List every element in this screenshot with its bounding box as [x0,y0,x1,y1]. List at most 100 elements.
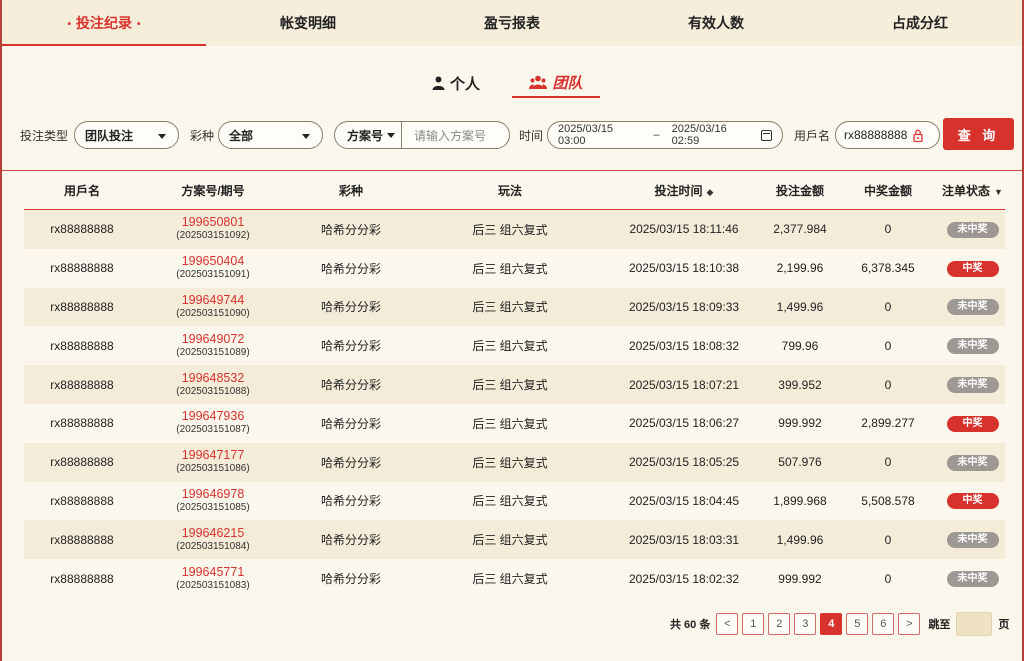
status-badge: 未中奖 [946,571,999,588]
dot-icon: • [137,19,141,30]
cell-play: 后三 组六复式 [472,533,548,548]
col-bet-time[interactable]: 投注时间 ◆ [604,182,764,199]
date-range-picker[interactable]: 2025/03/15 03:00 – 2025/03/16 02:59 [547,121,783,149]
tab-team[interactable]: 团队 [512,68,600,98]
issue-number: (202503151090) [176,307,250,319]
cell-bet-amount: 1,499.96 [776,532,824,547]
plan-number-link[interactable]: 199649072 [140,332,286,346]
cell-bet-amount: 999.992 [778,416,822,431]
plan-number-link[interactable]: 199648532 [140,371,286,385]
col-lottery: 彩种 [338,184,363,198]
plan-type-select[interactable]: 方案号 [335,122,403,148]
cell-bet-time: 2025/03/15 18:08:32 [628,338,740,353]
table-row[interactable]: rx88888888 199647177 (202503151086) 哈希分分彩 后三… [24,442,1005,482]
table-row[interactable]: rx88888888 199646215 (202503151084) 哈希分分彩 后三… [24,520,1005,560]
top-tab-3[interactable]: 有效人数 [614,0,818,46]
plan-number-link[interactable]: 199647936 [140,410,286,423]
page-button-2[interactable]: 2 [768,613,791,635]
page-button-5[interactable]: 5 [846,613,869,635]
top-tab-label: 帐变明细 [280,15,336,31]
plan-number-link[interactable]: 199650801 [140,216,286,229]
cell-lottery: 哈希分分彩 [320,300,381,315]
table-row[interactable]: rx88888888 199646978 (202503151085) 哈希分分彩 后三… [24,481,1005,521]
lottery-value: 全部 [229,128,254,143]
username-input[interactable]: rx88888888 [835,121,940,149]
cell-play: 后三 组六复式 [472,378,548,393]
filter-icon[interactable]: ▼ [994,187,1003,197]
cell-lottery: 哈希分分彩 [320,533,381,548]
cell-bet-time: 2025/03/15 18:07:21 [628,377,740,392]
cell-win-amount: 0 [884,338,892,353]
bet-type-select[interactable]: 团队投注 [74,121,179,149]
cell-win-amount: 0 [884,377,892,392]
table-row[interactable]: rx88888888 199648532 (202503151088) 哈希分分彩 后三… [24,365,1005,404]
col-status[interactable]: 注单状态 ▼ [940,182,1005,199]
cell-win-amount: 0 [884,222,892,237]
cell-play: 后三 组六复式 [472,494,548,509]
cell-bet-amount: 1,499.96 [776,299,824,314]
range-separator: – [653,129,660,141]
cell-bet-amount: 799.96 [781,338,819,353]
username-value: rx88888888 [844,128,908,142]
top-tab-1[interactable]: 帐变明细 [206,0,410,46]
cell-username: rx88888888 [50,416,114,431]
table-row[interactable]: rx88888888 199650801 (202503151092) 哈希分分彩 后三… [24,210,1005,249]
table-row[interactable]: rx88888888 199647936 (202503151087) 哈希分分彩 后三… [24,403,1005,443]
jump-page-input[interactable] [956,612,993,636]
next-page-button[interactable]: > [898,613,921,635]
top-tab-0[interactable]: • 投注纪录 • [2,0,206,46]
query-button[interactable]: 查 询 [943,118,1014,150]
page-button-4[interactable]: 4 [820,613,843,635]
top-tab-4[interactable]: 占成分红 [818,0,1022,46]
issue-number: (202503151091) [176,269,250,281]
cell-plan: 199649744 (202503151090) [140,293,286,320]
table-row[interactable]: rx88888888 199649072 (202503151089) 哈希分分彩 后三… [24,326,1005,366]
page-button-1[interactable]: 1 [742,613,765,635]
cell-lottery: 哈希分分彩 [320,455,381,470]
cell-bet-time: 2025/03/15 18:05:25 [628,455,740,470]
cell-username: rx88888888 [50,261,114,276]
cell-play: 后三 组六复式 [472,222,548,237]
lottery-select[interactable]: 全部 [218,121,323,149]
bet-records-table: 用戶名 方案号/期号 彩种 玩法 投注时间 ◆ 投注金额 中奖金额 注单状态 ▼ r… [24,172,1005,598]
table-row[interactable]: rx88888888 199645771 (202503151083) 哈希分分彩 后三… [24,559,1005,598]
sort-icon[interactable]: ◆ [707,187,714,197]
issue-number: (202503151086) [176,463,250,475]
cell-username: rx88888888 [50,493,114,508]
plan-number-link[interactable]: 199650404 [140,255,286,268]
cell-plan: 199649072 (202503151089) [140,332,286,359]
top-tab-2[interactable]: 盈亏报表 [410,0,614,46]
status-badge: 未中奖 [946,221,999,238]
status-badge: 未中奖 [946,377,999,394]
prev-page-button[interactable]: < [716,613,739,635]
end-time: 2025/03/16 02:59 [671,123,727,147]
page-list: 123456 [738,613,895,635]
cell-lottery: 哈希分分彩 [320,339,381,354]
cell-status: 未中奖 [940,221,1005,238]
cell-bet-time: 2025/03/15 18:10:38 [628,261,740,276]
table-row[interactable]: rx88888888 199649744 (202503151090) 哈希分分彩 后三… [24,287,1005,327]
plan-number-link[interactable]: 199647177 [140,449,286,462]
plan-number-input[interactable]: 请输入方案号 [402,127,498,144]
plan-number-link[interactable]: 199646215 [140,526,286,540]
page-button-6[interactable]: 6 [872,613,895,635]
page-button-3[interactable]: 3 [794,613,817,635]
pagination: 共 60 条 < 123456 > 跳至 页 [670,612,1009,636]
col-bet-time-label: 投注时间 [654,184,703,198]
cell-status: 未中奖 [940,376,1005,394]
cell-play: 后三 组六复式 [472,455,548,470]
cell-win-amount: 0 [884,299,892,314]
table-row[interactable]: rx88888888 199650404 (202503151091) 哈希分分彩 后三… [24,248,1005,288]
table-header: 用戶名 方案号/期号 彩种 玩法 投注时间 ◆ 投注金额 中奖金额 注单状态 ▼ [24,172,1005,210]
start-time: 2025/03/15 03:00 [558,123,614,147]
status-badge: 中奖 [946,260,999,277]
issue-number: (202503151092) [176,230,250,242]
person-icon [432,76,445,90]
plan-number-link[interactable]: 199646978 [140,487,286,501]
cell-bet-amount: 2,199.96 [776,261,824,276]
tab-personal[interactable]: 个人 [424,68,488,98]
plan-number-link[interactable]: 199645771 [140,565,286,579]
plan-number-link[interactable]: 199649744 [140,293,286,307]
chevron-down-icon [302,134,310,139]
cell-username: rx88888888 [50,377,114,392]
